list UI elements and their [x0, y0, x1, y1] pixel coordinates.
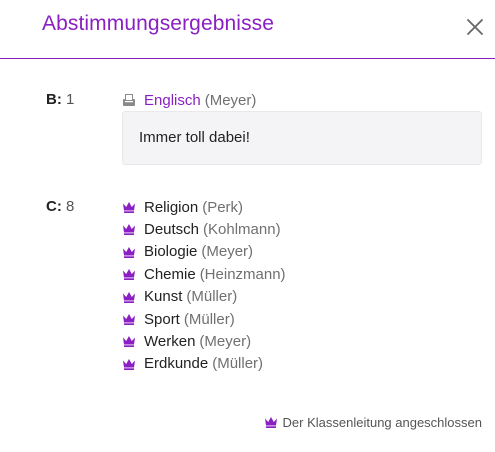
teacher-name: (Müller)	[212, 355, 264, 373]
group-c-key: C:	[46, 198, 62, 215]
subject-name[interactable]: Deutsch	[144, 221, 199, 238]
dialog-title: Abstimmungsergebnisse	[42, 12, 275, 35]
legend-text: Der Klassenleitung angeschlossen	[282, 414, 482, 430]
comment-text: Immer toll dabei!	[139, 129, 250, 146]
teacher-name: (Perk)	[202, 198, 244, 216]
subject-name[interactable]: Erdkunde	[144, 355, 208, 372]
group-b-count: 1	[66, 91, 75, 108]
teacher-name: (Meyer)	[201, 243, 254, 261]
teacher-name: (Heinzmann)	[199, 265, 286, 283]
group-b-item: Englisch (Meyer)	[122, 90, 256, 110]
crown-icon	[123, 202, 135, 213]
teacher-name: (Meyer)	[199, 332, 252, 350]
subject-name[interactable]: Chemie	[144, 266, 196, 283]
subject-name[interactable]: Biologie	[144, 243, 197, 260]
crown-icon	[123, 246, 135, 258]
teacher-name: (Müller)	[183, 310, 235, 328]
vote-list-item: Sport (Müller)	[122, 309, 235, 329]
vote-list-item: Werken (Meyer)	[122, 331, 251, 351]
crown-icon	[123, 269, 135, 281]
subject-name[interactable]: Religion	[144, 199, 198, 216]
vote-list-item: Religion (Perk)	[122, 197, 243, 217]
teacher-name: (Meyer)	[204, 91, 257, 109]
vote-list-item: Chemie (Heinzmann)	[122, 264, 286, 284]
teacher-name: (Müller)	[186, 288, 238, 306]
group-c-count: 8	[66, 198, 75, 215]
group-b-key: B:	[46, 91, 62, 108]
vote-list-item: Deutsch (Kohlmann)	[122, 219, 281, 239]
legend-footer: Der Klassenleitung angeschlossen	[264, 412, 482, 432]
subject-name[interactable]: Werken	[144, 333, 195, 350]
vote-list-item: Biologie (Meyer)	[122, 242, 253, 262]
vote-list-item: Kunst (Müller)	[122, 287, 237, 307]
subject-name[interactable]: Sport	[144, 311, 180, 328]
subject-name[interactable]: Kunst	[144, 288, 182, 305]
crown-icon	[264, 417, 277, 428]
crown-icon	[123, 358, 135, 370]
ballot-icon	[123, 94, 135, 106]
teacher-name: (Kohlmann)	[203, 220, 281, 238]
comment-box: Immer toll dabei!	[122, 111, 482, 165]
dialog-header: Abstimmungsergebnisse	[0, 0, 495, 59]
subject-name[interactable]: Englisch	[144, 92, 201, 109]
group-c-label: C: 8	[46, 198, 74, 215]
vote-list-item: Erdkunde (Müller)	[122, 354, 263, 374]
crown-icon	[123, 336, 135, 348]
crown-icon	[123, 224, 135, 236]
group-b-label: B: 1	[46, 91, 74, 108]
crown-icon	[123, 314, 135, 325]
crown-icon	[123, 291, 135, 303]
close-icon[interactable]	[465, 17, 485, 37]
